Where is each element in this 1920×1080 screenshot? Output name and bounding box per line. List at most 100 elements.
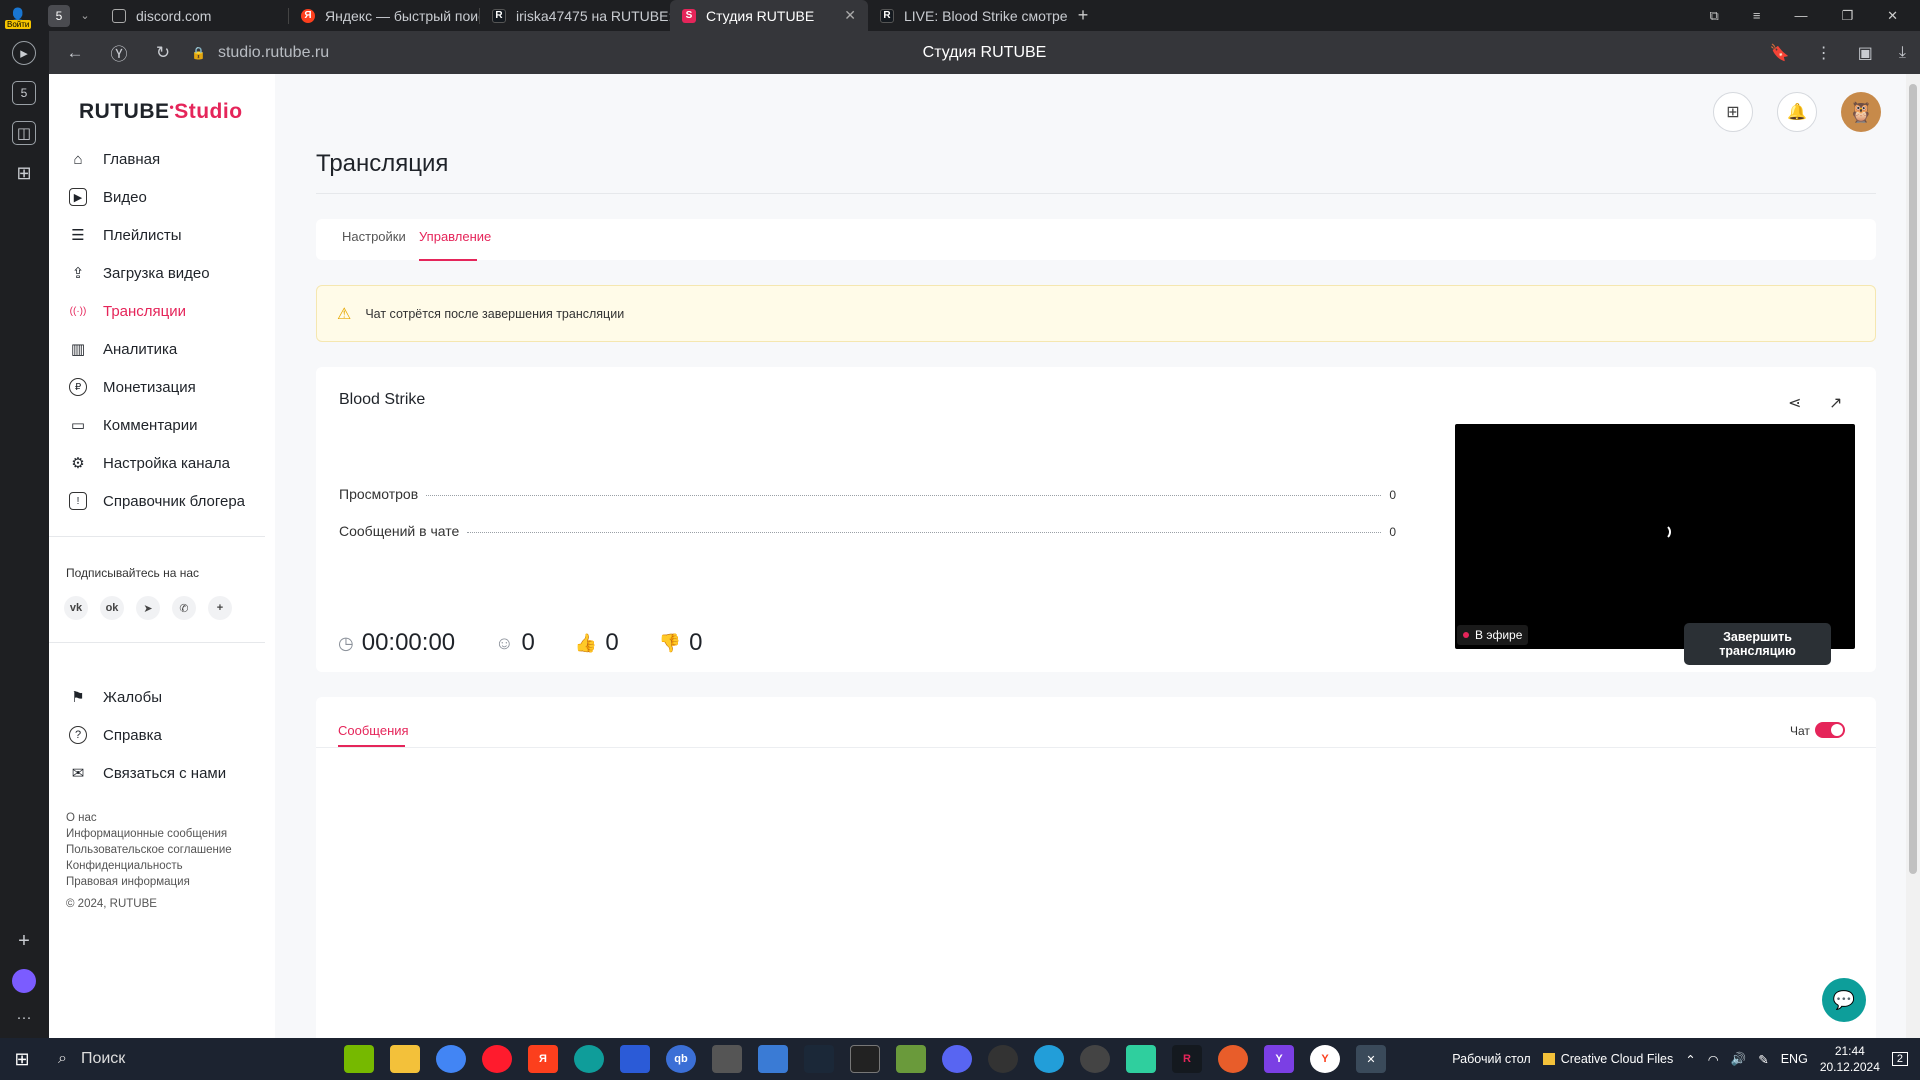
rutube-app-icon[interactable]: R bbox=[1172, 1045, 1202, 1073]
language-indicator[interactable]: ENG bbox=[1781, 1052, 1808, 1066]
chrome-icon[interactable] bbox=[436, 1045, 466, 1073]
sidebar-item-comments[interactable]: ▭ Комментарии bbox=[49, 406, 275, 444]
tab-yandex[interactable]: Я Яндекс — быстрый поиск bbox=[289, 0, 479, 31]
microphone-icon[interactable] bbox=[1218, 1045, 1248, 1073]
sidebar-item-video[interactable]: ▶ Видео bbox=[49, 178, 275, 216]
profile-button[interactable]: 👤 Войти bbox=[0, 0, 36, 31]
sidebar-item-upload[interactable]: ⇪ Загрузка видео bbox=[49, 254, 275, 292]
more-icon[interactable]: + bbox=[208, 596, 232, 620]
tab-rutube-channel[interactable]: R iriska47475 на RUTUBE: 4 bbox=[480, 0, 670, 31]
steam-icon[interactable] bbox=[804, 1045, 834, 1073]
notifications-button[interactable]: 🔔 bbox=[1777, 92, 1817, 132]
sidebar-item-blogger-guide[interactable]: ! Справочник блогера bbox=[49, 482, 275, 520]
odnoklassniki-icon[interactable]: ok bbox=[100, 596, 124, 620]
close-tab-icon[interactable]: ✕ bbox=[834, 7, 856, 24]
sidebar-item-playlists[interactable]: ☰ Плейлисты bbox=[49, 216, 275, 254]
tab-discord[interactable]: discord.com bbox=[100, 0, 288, 31]
screenshot-icon[interactable]: ◫ bbox=[12, 121, 36, 145]
creative-cloud-item[interactable]: Creative Cloud Files bbox=[1542, 1052, 1673, 1066]
minecraft-icon[interactable] bbox=[896, 1045, 926, 1073]
mail-app-icon[interactable] bbox=[758, 1045, 788, 1073]
file-explorer-icon[interactable] bbox=[390, 1045, 420, 1073]
tab-count-badge[interactable]: 5 bbox=[48, 4, 70, 27]
tab-messages[interactable]: Сообщения bbox=[338, 723, 409, 738]
footer-link-legal[interactable]: Правовая информация bbox=[66, 874, 232, 890]
reload-icon[interactable]: ↻ bbox=[141, 43, 185, 63]
opera-icon[interactable] bbox=[482, 1045, 512, 1073]
chat-toggle[interactable] bbox=[1815, 722, 1845, 738]
tab-management[interactable]: Управление bbox=[419, 229, 491, 244]
create-button[interactable]: ⊞ bbox=[1713, 92, 1753, 132]
tab-settings[interactable]: Настройки bbox=[342, 229, 406, 244]
sidebar-item-analytics[interactable]: ▥ Аналитика bbox=[49, 330, 275, 368]
minimize-icon[interactable]: — bbox=[1794, 8, 1807, 23]
sidebar-item-home[interactable]: ⌂ Главная bbox=[49, 140, 275, 178]
taskbar-search[interactable]: ⌕ Поиск bbox=[44, 1050, 324, 1068]
sidebar-item-broadcasts[interactable]: ((·)) Трансляции bbox=[49, 292, 275, 330]
tab-rutube-live[interactable]: R LIVE: Blood Strike смотре bbox=[868, 0, 1068, 31]
collections-icon[interactable]: ⧉ bbox=[1710, 8, 1719, 24]
media-icon[interactable]: ▸ bbox=[12, 41, 36, 65]
sidebar-item-complaints[interactable]: ⚑ Жалобы bbox=[49, 678, 275, 716]
nvidia-icon[interactable] bbox=[344, 1045, 374, 1073]
yandex-browser-icon[interactable]: Y bbox=[1310, 1045, 1340, 1073]
android-icon[interactable] bbox=[1126, 1045, 1156, 1073]
page-scrollbar[interactable] bbox=[1906, 74, 1920, 1038]
telegram-app-icon[interactable] bbox=[1034, 1045, 1064, 1073]
sidebar-item-help[interactable]: ? Справка bbox=[49, 716, 275, 754]
clock[interactable]: 21:44 20.12.2024 bbox=[1820, 1043, 1880, 1075]
support-chat-button[interactable]: 💬 bbox=[1822, 978, 1866, 1022]
stream-preview[interactable]: В эфире bbox=[1455, 424, 1855, 649]
sidebar-item-contact[interactable]: ✉ Связаться с нами bbox=[49, 754, 275, 792]
end-stream-button[interactable]: Завершить трансляцию bbox=[1684, 623, 1831, 665]
more-dots-icon[interactable]: ··· bbox=[12, 1005, 36, 1029]
new-tab-icon[interactable]: + bbox=[1072, 5, 1094, 27]
footer-link-info[interactable]: Информационные сообщения bbox=[66, 826, 232, 842]
viber-icon[interactable]: ✆ bbox=[172, 596, 196, 620]
discord-icon[interactable] bbox=[942, 1045, 972, 1073]
avatar[interactable]: 🦉 bbox=[1841, 92, 1881, 132]
qbittorrent-icon[interactable]: qb bbox=[666, 1045, 696, 1073]
tab-rutube-studio[interactable]: S Студия RUTUBE ✕ bbox=[670, 0, 868, 31]
telegram-icon[interactable]: ➤ bbox=[136, 596, 160, 620]
yandex-music-icon[interactable]: Y bbox=[1264, 1045, 1294, 1073]
bookmarks-panel-icon[interactable]: ▣ bbox=[1858, 43, 1873, 63]
footer-link-agreement[interactable]: Пользовательское соглашение bbox=[66, 842, 232, 858]
vk-icon[interactable]: vk bbox=[64, 596, 88, 620]
rutube-studio-logo[interactable]: RUTUBE•Studio bbox=[79, 100, 243, 124]
volume-icon[interactable]: 🔊 bbox=[1731, 1052, 1747, 1067]
footer-link-privacy[interactable]: Конфиденциальность bbox=[66, 858, 232, 874]
more-vertical-icon[interactable]: ⋮ bbox=[1816, 43, 1832, 63]
edge-icon[interactable] bbox=[574, 1045, 604, 1073]
share-icon[interactable]: ⋖ bbox=[1788, 393, 1801, 413]
alice-icon[interactable] bbox=[12, 969, 36, 993]
yandex-home-icon[interactable]: Ⓨ bbox=[97, 40, 141, 65]
menu-icon[interactable]: ≡ bbox=[1753, 8, 1761, 23]
capcut-icon[interactable]: ✕ bbox=[1356, 1045, 1386, 1073]
notification-center-icon[interactable]: 2 bbox=[1891, 1052, 1908, 1066]
back-icon[interactable]: ← bbox=[53, 43, 97, 63]
tabs-dropdown-icon[interactable]: ⌄ bbox=[70, 9, 100, 22]
speedometer-icon[interactable] bbox=[988, 1045, 1018, 1073]
desktop-label[interactable]: Рабочий стол bbox=[1452, 1052, 1530, 1066]
external-link-icon[interactable]: ↗ bbox=[1829, 393, 1842, 413]
obs-icon[interactable] bbox=[1080, 1045, 1110, 1073]
add-panel-icon[interactable]: + bbox=[12, 929, 36, 953]
footer-link-about[interactable]: О нас bbox=[66, 810, 232, 826]
apps-grid-icon[interactable]: ⊞ bbox=[12, 161, 36, 185]
scrollbar-thumb[interactable] bbox=[1909, 84, 1917, 874]
close-window-icon[interactable]: ✕ bbox=[1887, 8, 1898, 24]
notepad-icon[interactable] bbox=[620, 1045, 650, 1073]
download-icon[interactable]: ⤓ bbox=[1899, 44, 1906, 62]
restore-icon[interactable]: ❐ bbox=[1841, 8, 1853, 24]
tray-chevron-icon[interactable]: ⌃ bbox=[1685, 1052, 1695, 1067]
media-app-icon[interactable] bbox=[712, 1045, 742, 1073]
url-text[interactable]: studio.rutube.ru bbox=[218, 44, 329, 62]
tab-count-icon[interactable]: 5 bbox=[12, 81, 36, 105]
wifi-icon[interactable]: ◠ bbox=[1708, 1052, 1719, 1067]
yandex-app-icon[interactable]: Я bbox=[528, 1045, 558, 1073]
windows-start-icon[interactable]: ⊞ bbox=[0, 1038, 44, 1080]
sidebar-item-monetization[interactable]: ₽ Монетизация bbox=[49, 368, 275, 406]
bookmark-icon[interactable]: 🔖 bbox=[1770, 43, 1790, 63]
terminal-icon[interactable] bbox=[850, 1045, 880, 1073]
